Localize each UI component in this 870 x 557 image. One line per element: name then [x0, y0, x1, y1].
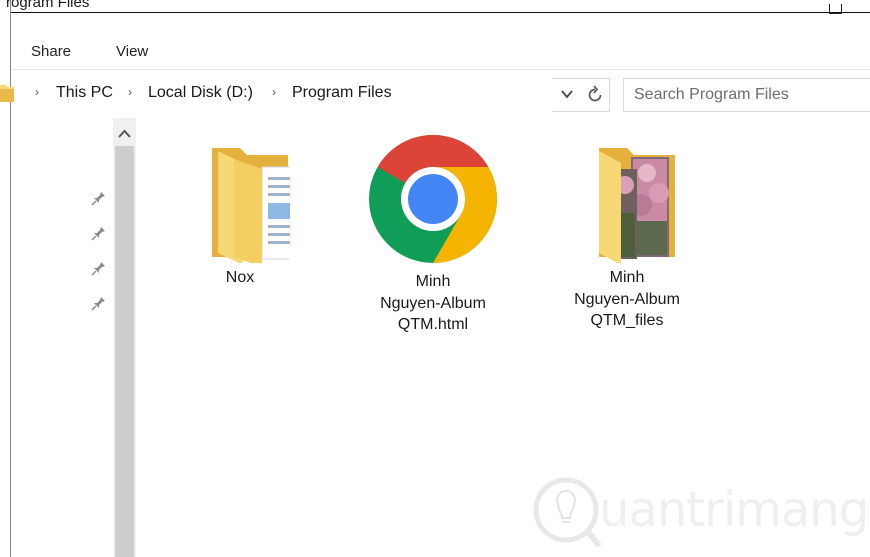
file-name-line: QTM_files — [590, 312, 664, 329]
chrome-html-file-icon — [369, 135, 497, 263]
window-title: rogram Files — [6, 0, 90, 11]
file-name-line: Nguyen-Album — [574, 290, 680, 308]
titlebar-divider — [11, 12, 870, 13]
ribbon-tab-view[interactable]: View — [116, 43, 148, 60]
breadcrumb-local-disk[interactable]: Local Disk (D:) — [148, 84, 253, 102]
file-name-line: Minh — [609, 269, 645, 286]
file-explorer-window: rogram Files Share View › This PC › Loca… — [0, 0, 870, 557]
pin-icon[interactable] — [91, 260, 107, 276]
pin-icon[interactable] — [91, 225, 107, 241]
file-name-line: Minh — [415, 273, 451, 290]
scrollbar-thumb[interactable] — [115, 146, 134, 557]
refresh-icon[interactable] — [586, 84, 604, 104]
pin-icon[interactable] — [91, 190, 107, 206]
chevron-up-icon — [118, 129, 131, 138]
pin-icon[interactable] — [91, 295, 107, 311]
ribbon-divider — [11, 69, 870, 70]
breadcrumb-separator: › — [35, 85, 39, 99]
file-item-html[interactable]: Minh Nguyen-Album QTM.html — [358, 133, 508, 336]
scroll-up-button[interactable] — [113, 118, 136, 146]
file-item-nox[interactable]: Nox — [165, 133, 315, 289]
folder-icon — [0, 85, 14, 102]
watermark-text: uantrimang — [599, 482, 869, 538]
breadcrumb-this-pc[interactable]: This PC — [56, 84, 113, 102]
file-name: Nox — [225, 269, 255, 286]
file-name-line: Nguyen-Album — [380, 294, 486, 312]
file-name-line: QTM.html — [397, 316, 469, 333]
chevron-down-icon[interactable] — [559, 86, 575, 102]
lightbulb-logo-icon — [533, 477, 601, 547]
ribbon-tab-share[interactable]: Share — [31, 43, 71, 60]
breadcrumb-separator: › — [272, 85, 276, 99]
search-input[interactable] — [634, 85, 864, 105]
nav-pane-scrollbar[interactable] — [113, 118, 136, 557]
breadcrumb-separator: › — [128, 85, 132, 99]
navigation-pane — [11, 118, 113, 557]
watermark: uantrimang — [532, 472, 869, 552]
file-item-files-folder[interactable]: Minh Nguyen-Album QTM_files — [552, 133, 702, 332]
folder-pictures-icon — [599, 148, 675, 263]
folder-documents-icon — [212, 148, 290, 263]
search-box[interactable] — [623, 78, 870, 112]
breadcrumb-program-files[interactable]: Program Files — [292, 84, 392, 102]
